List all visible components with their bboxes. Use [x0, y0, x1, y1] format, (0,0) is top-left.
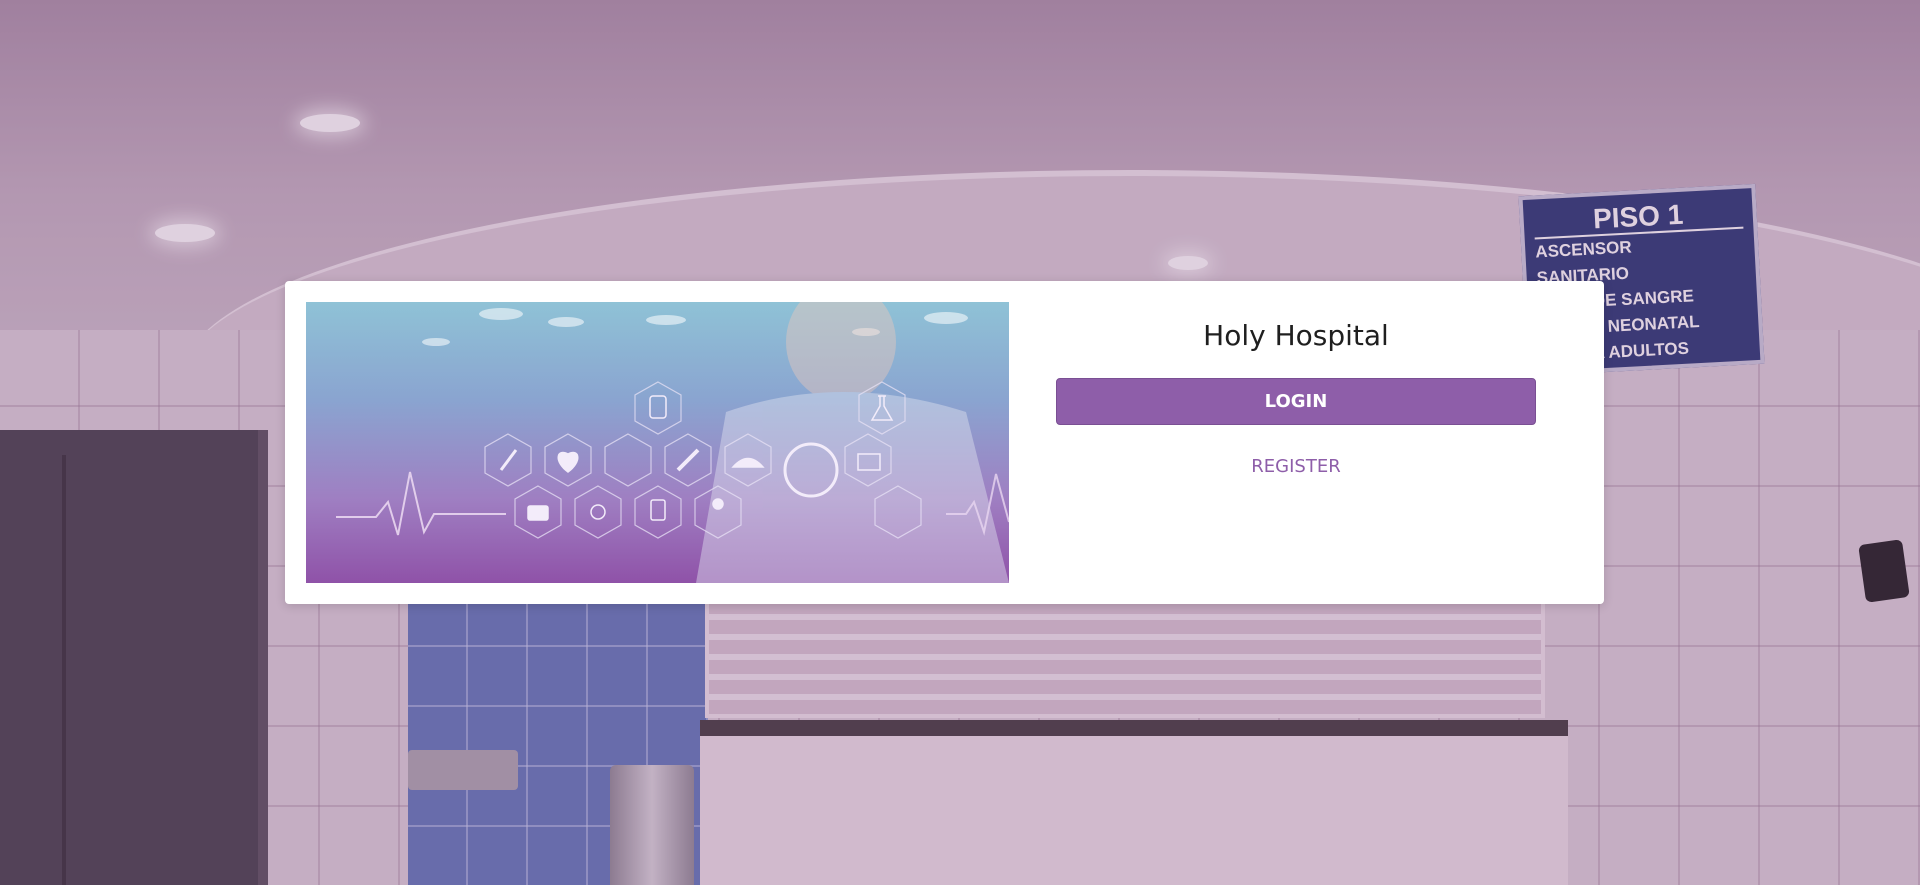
- first-aid-kit-icon: [527, 505, 549, 521]
- login-button[interactable]: LOGIN: [1056, 378, 1536, 425]
- pen-icon: [499, 449, 518, 471]
- heartbeat-line: [336, 471, 506, 536]
- hospital-name: Holy Hospital: [1203, 319, 1389, 352]
- pills-icon: [590, 504, 606, 520]
- medical-banner-image: [306, 302, 1009, 583]
- heart-rate-icon: [557, 451, 579, 473]
- clipboard-icon: [650, 499, 666, 521]
- register-link[interactable]: REGISTER: [1056, 456, 1536, 477]
- login-card: Holy Hospital LOGIN REGISTER: [285, 281, 1604, 604]
- doctor-icon: [712, 498, 724, 510]
- medical-banner-graphic: [336, 302, 1009, 583]
- iv-bag-icon: [649, 395, 667, 419]
- syringe-icon: [676, 448, 700, 472]
